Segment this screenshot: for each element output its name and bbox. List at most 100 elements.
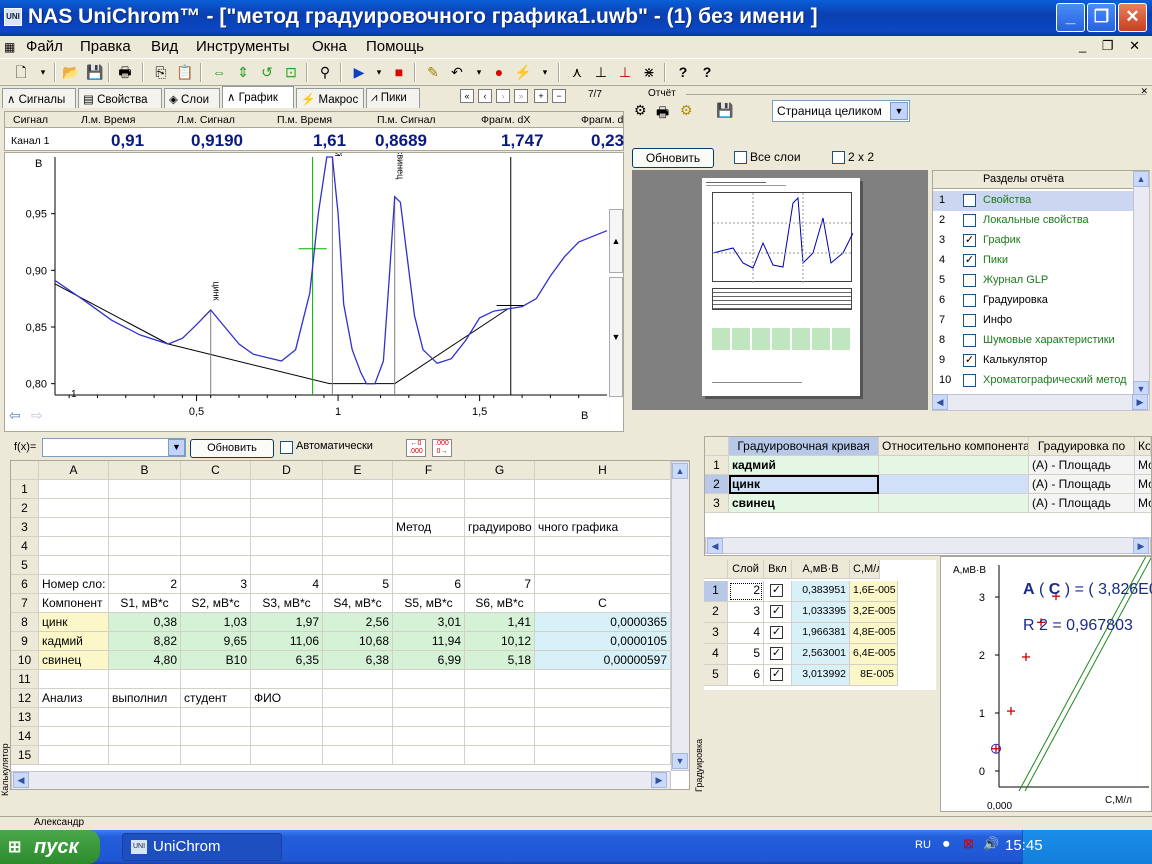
tab-layers[interactable]: ◈ Слои [164,88,220,108]
sheet-cell[interactable]: Компонент [39,594,109,613]
sheet-cell[interactable] [39,727,109,746]
sheet-cell[interactable]: 6,38 [323,651,393,670]
sheet-cell[interactable] [251,556,323,575]
calib-column-header[interactable]: Конце [1135,437,1151,456]
sheet-cell[interactable] [181,727,251,746]
sheet-column-header[interactable]: C [181,461,251,480]
sheet-cell[interactable] [323,746,393,765]
sheet-row-header[interactable]: 12 [11,689,39,708]
network-icon[interactable]: ⊠ [963,836,974,852]
peak-split-icon[interactable]: ⋇ [638,62,660,83]
menu-tools[interactable]: Инструменты [196,38,290,55]
report-preview[interactable] [632,170,928,410]
layers-a-cell[interactable]: 2,563001 [792,644,850,665]
back-arrow-icon[interactable]: ⇦ [9,407,21,424]
report-section-checkbox[interactable]: ✓ [963,234,976,247]
sheet-cell[interactable] [109,518,181,537]
calib-curve-name[interactable]: кадмий [729,456,879,475]
layers-c-cell[interactable]: 4,8E-005 [850,623,898,644]
taskbar-app-button[interactable]: UNI UniChrom [122,833,282,861]
menu-file[interactable]: Файл [26,38,63,55]
sheet-cell[interactable]: 1,97 [251,613,323,632]
report-section-row[interactable]: 7 Инфо [933,311,1133,331]
sheet-row-header[interactable]: 7 [11,594,39,613]
sections-scroll-right-button[interactable]: ▶ [1132,394,1148,410]
sheet-cell[interactable] [39,518,109,537]
language-indicator[interactable]: RU [915,839,931,851]
layers-column-header[interactable]: А,мВ·В [792,560,850,579]
sheet-column-header[interactable]: H [535,461,671,480]
sheet-cell[interactable] [109,499,181,518]
sheet-row-header[interactable]: 11 [11,670,39,689]
maximize-button[interactable]: ❐ [1087,3,1116,32]
sheet-cell[interactable]: студент [181,689,251,708]
sheet-cell[interactable] [323,480,393,499]
tab-graph[interactable]: ∧ График [222,86,294,108]
scroll-down-button[interactable]: ▼ [609,277,623,397]
print-icon[interactable]: 🖶 [114,62,136,83]
sheet-cell[interactable] [251,537,323,556]
sheet-cell[interactable]: 8,82 [109,632,181,651]
report-section-row[interactable]: 6 Градуировка [933,291,1133,311]
decrease-decimals-icon[interactable]: ←0.000 [406,439,426,457]
sheet-cell[interactable]: 0,00000597 [535,651,671,670]
calib-relative-cell[interactable] [879,475,1029,494]
sheet-cell[interactable]: 0,0000365 [535,613,671,632]
sheet-row-header[interactable]: 4 [11,537,39,556]
sheet-cell[interactable]: 9,65 [181,632,251,651]
sheet-row-header[interactable]: 3 [11,518,39,537]
report-section-checkbox[interactable] [963,274,976,287]
sheet-cell[interactable] [251,518,323,537]
sheet-row-header[interactable]: 10 [11,651,39,670]
sheet-row-header[interactable]: 14 [11,727,39,746]
sheet-column-header[interactable]: G [465,461,535,480]
sheet-cell[interactable] [535,537,671,556]
sheet-row-header[interactable]: 2 [11,499,39,518]
sheet-cell[interactable] [323,537,393,556]
sheet-cell[interactable] [393,727,465,746]
point-icon[interactable]: ● [488,62,510,83]
sheet-cell[interactable] [393,708,465,727]
sheet-cell[interactable] [465,708,535,727]
sheet-cell[interactable]: 10,68 [323,632,393,651]
sheet-cell[interactable] [323,689,393,708]
calib-row-header[interactable]: 2 [705,475,729,494]
layers-a-cell[interactable]: 3,013992 [792,665,850,686]
sheet-cell[interactable] [535,499,671,518]
layers-c-cell[interactable]: 3,2E-005 [850,602,898,623]
calib-scroll-right-button[interactable]: ▶ [1133,538,1149,554]
tab-signals[interactable]: ∧ Сигналы [2,88,76,108]
sheet-cell[interactable]: 11,94 [393,632,465,651]
sheet-cell[interactable]: 6,35 [251,651,323,670]
report-section-row[interactable]: 3 ✓ График [933,231,1133,251]
lightning-icon[interactable]: ⚡ [512,62,534,83]
sheet-cell[interactable] [323,499,393,518]
sheet-cell[interactable] [39,708,109,727]
nav-last-button[interactable]: » [514,89,528,103]
sheet-row-header[interactable]: 9 [11,632,39,651]
layers-layer-cell[interactable]: 3 [728,602,764,623]
sheet-cell[interactable]: 1,03 [181,613,251,632]
sheet-cell[interactable]: Анализ [39,689,109,708]
report-section-checkbox[interactable] [963,374,976,387]
lightning-dropdown-icon[interactable]: ▾ [534,62,556,83]
layer-enabled-checkbox[interactable]: ✓ [770,668,783,681]
sheet-cell[interactable] [465,670,535,689]
document-icon[interactable]: ▦ [4,40,15,54]
sheet-cell[interactable] [465,480,535,499]
baseline-icon[interactable]: ⊥ [590,62,612,83]
sections-scroll-left-button[interactable]: ◀ [932,394,948,410]
calib-conc-cell[interactable]: Моляр [1135,494,1151,513]
sheet-cell[interactable] [109,670,181,689]
page-select-arrow-icon[interactable]: ▼ [890,102,908,120]
increase-decimals-icon[interactable]: .000 0→ [432,439,452,457]
sheet-cell[interactable]: S5, мВ*с [393,594,465,613]
sheet-cell[interactable]: S4, мВ*с [323,594,393,613]
layers-layer-cell[interactable]: 2 [728,581,764,602]
calib-row-header[interactable]: 3 [705,494,729,513]
sheet-cell[interactable]: 4,80 [109,651,181,670]
sheet-row-header[interactable]: 5 [11,556,39,575]
sheet-cell[interactable]: кадмий [39,632,109,651]
calib-by-cell[interactable]: (А) - Площадь [1029,475,1135,494]
peak-mark-icon[interactable]: ⊥ [614,62,636,83]
